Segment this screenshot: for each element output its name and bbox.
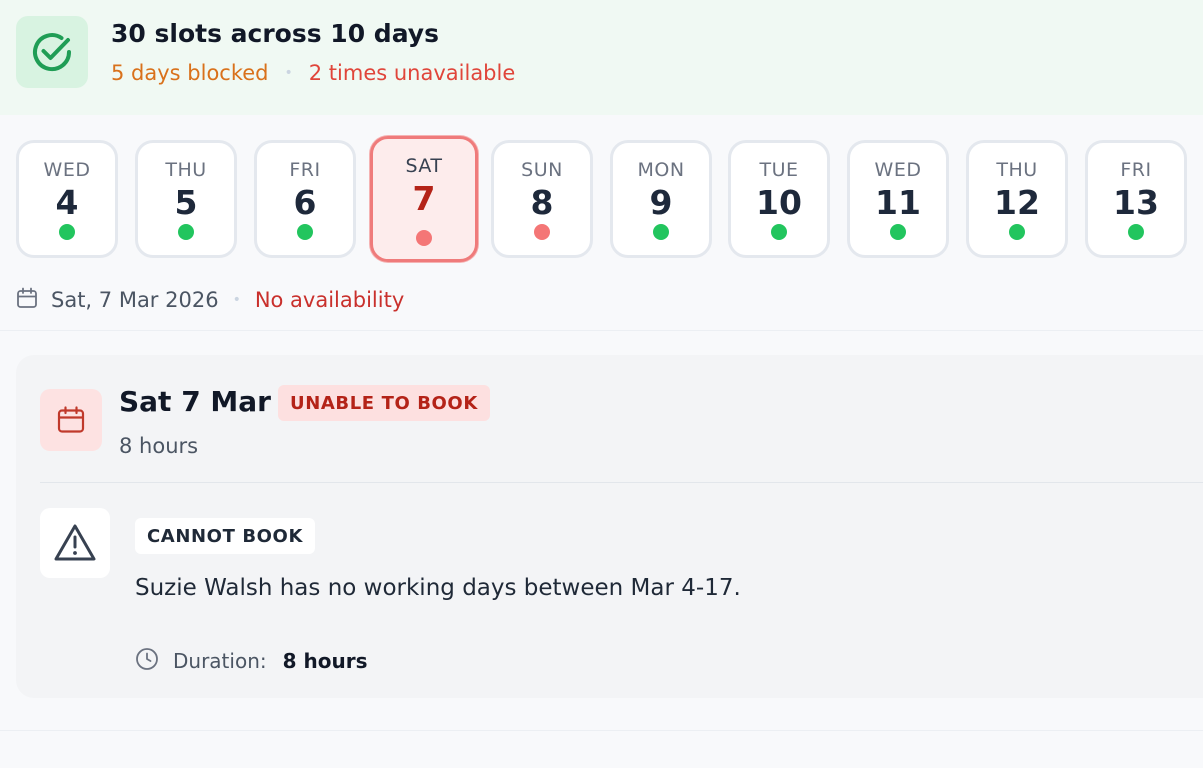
- day-of-week: TUE: [759, 159, 799, 181]
- day-number: 12: [994, 183, 1040, 222]
- day-card[interactable]: WED 4: [16, 140, 118, 258]
- availability-dot: [178, 224, 194, 240]
- day-card[interactable]: TUE 10: [728, 140, 830, 258]
- separator-dot: •: [284, 65, 293, 81]
- day-card-selected[interactable]: SAT 7: [370, 136, 478, 262]
- day-card[interactable]: FRI 13: [1085, 140, 1187, 258]
- availability-dot: [890, 224, 906, 240]
- duration-label: Duration:: [173, 649, 267, 673]
- unavailable-dot: [416, 230, 432, 246]
- issue-message: Suzie Walsh has no working days between …: [135, 575, 741, 601]
- day-number: 9: [649, 183, 673, 222]
- day-number: 8: [530, 183, 554, 222]
- availability-dot: [1009, 224, 1025, 240]
- calendar-icon: [40, 389, 102, 451]
- day-of-week: SUN: [521, 159, 563, 181]
- day-detail-card: Sat 7 Mar UNABLE TO BOOK 8 hours CANNOT …: [16, 355, 1203, 698]
- day-card[interactable]: THU 5: [135, 140, 237, 258]
- day-of-week: MON: [637, 159, 685, 181]
- calendar-icon: [16, 287, 38, 314]
- availability-dot: [297, 224, 313, 240]
- availability-status: No availability: [254, 288, 405, 312]
- summary-subtitle: 5 days blocked • 2 times unavailable: [111, 61, 515, 85]
- availability-dot: [771, 224, 787, 240]
- day-of-week: THU: [996, 159, 1038, 181]
- day-number: 4: [55, 183, 79, 222]
- day-card[interactable]: THU 12: [966, 140, 1068, 258]
- duration-value: 8 hours: [282, 649, 368, 673]
- check-circle-icon: [16, 16, 88, 88]
- section-divider: [0, 730, 1203, 731]
- days-blocked-text: 5 days blocked: [111, 61, 269, 85]
- day-of-week: FRI: [289, 159, 321, 181]
- day-number: 5: [174, 183, 198, 222]
- day-card[interactable]: MON 9: [610, 140, 712, 258]
- day-of-week: WED: [43, 159, 91, 181]
- cannot-book-badge: CANNOT BOOK: [135, 518, 315, 554]
- detail-title: Sat 7 Mar: [119, 385, 271, 418]
- availability-dot: [59, 224, 75, 240]
- unavailable-dot: [534, 224, 550, 240]
- day-of-week: WED: [874, 159, 922, 181]
- day-number: 6: [293, 183, 317, 222]
- section-divider: [0, 330, 1203, 331]
- summary-title: 30 slots across 10 days: [111, 19, 439, 48]
- availability-dot: [653, 224, 669, 240]
- day-number: 10: [756, 183, 802, 222]
- day-number: 7: [412, 179, 436, 218]
- day-card[interactable]: WED 11: [847, 140, 949, 258]
- day-of-week: SAT: [405, 155, 443, 177]
- times-unavailable-text: 2 times unavailable: [308, 61, 516, 85]
- availability-dot: [1128, 224, 1144, 240]
- clock-icon: [135, 647, 159, 676]
- day-number: 11: [875, 183, 921, 222]
- card-divider: [40, 482, 1203, 483]
- day-number: 13: [1113, 183, 1159, 222]
- duration-row: Duration: 8 hours: [135, 646, 367, 676]
- unable-to-book-badge: UNABLE TO BOOK: [278, 385, 490, 421]
- day-card[interactable]: SUN 8: [491, 140, 593, 258]
- selected-date-text: Sat, 7 Mar 2026: [51, 288, 219, 312]
- day-of-week: THU: [165, 159, 207, 181]
- warning-icon: [40, 508, 110, 578]
- availability-summary: 30 slots across 10 days 5 days blocked •…: [0, 0, 1203, 115]
- day-card[interactable]: FRI 6: [254, 140, 356, 258]
- detail-subtitle: 8 hours: [119, 434, 199, 458]
- selected-date-line: Sat, 7 Mar 2026 • No availability: [16, 285, 404, 315]
- separator-dot: •: [232, 292, 241, 308]
- day-of-week: FRI: [1120, 159, 1152, 181]
